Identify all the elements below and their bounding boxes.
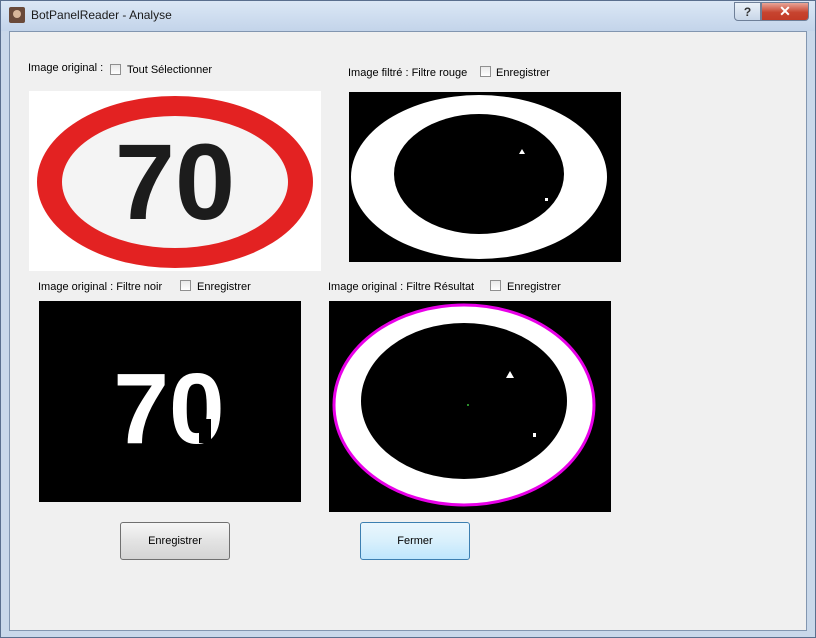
red-filter-label: Image filtré : Filtre rouge — [348, 67, 468, 79]
red-filter-save-checkbox[interactable] — [480, 66, 491, 77]
result-noise-speck-2 — [533, 433, 536, 437]
help-button[interactable]: ? — [734, 2, 761, 21]
sign-speed-text: 70 — [115, 121, 235, 242]
select-all-checkbox[interactable] — [110, 64, 121, 75]
select-all-label[interactable]: Tout Sélectionner — [127, 64, 212, 76]
app-window: BotPanelReader - Analyse ? ✕ Image origi… — [0, 0, 816, 638]
noise-speck-2 — [545, 198, 548, 201]
result-filter-label: Image original : Filtre Résultat — [328, 281, 475, 293]
noise-block — [199, 419, 211, 443]
app-icon — [9, 7, 25, 23]
black-filter-label: Image original : Filtre noir — [38, 281, 163, 293]
original-image: 70 — [29, 91, 321, 271]
black-filter-save-checkbox[interactable] — [180, 280, 191, 291]
result-ring-inner — [361, 323, 567, 479]
result-filter-save-label[interactable]: Enregistrer — [507, 281, 561, 293]
red-filter-image — [349, 92, 621, 262]
dialog-client-area: Image original : Tout Sélectionner 70 Im… — [9, 31, 807, 631]
filtered-ring-inner — [394, 114, 564, 234]
result-filter-save-checkbox[interactable] — [490, 280, 501, 291]
window-title: BotPanelReader - Analyse — [31, 8, 172, 22]
black-filter-image: 70 — [39, 301, 301, 502]
filtered-speed-text: 70 — [113, 353, 224, 465]
close-window-button[interactable]: ✕ — [761, 2, 809, 21]
title-bar: BotPanelReader - Analyse ? ✕ — [1, 1, 815, 31]
red-filter-save-label[interactable]: Enregistrer — [496, 67, 550, 79]
original-image-label: Image original : — [28, 62, 104, 74]
result-center-marker — [467, 404, 469, 406]
result-filter-image — [329, 301, 611, 512]
black-filter-save-label[interactable]: Enregistrer — [197, 281, 251, 293]
close-button[interactable]: Fermer — [360, 522, 470, 560]
save-button[interactable]: Enregistrer — [120, 522, 230, 560]
